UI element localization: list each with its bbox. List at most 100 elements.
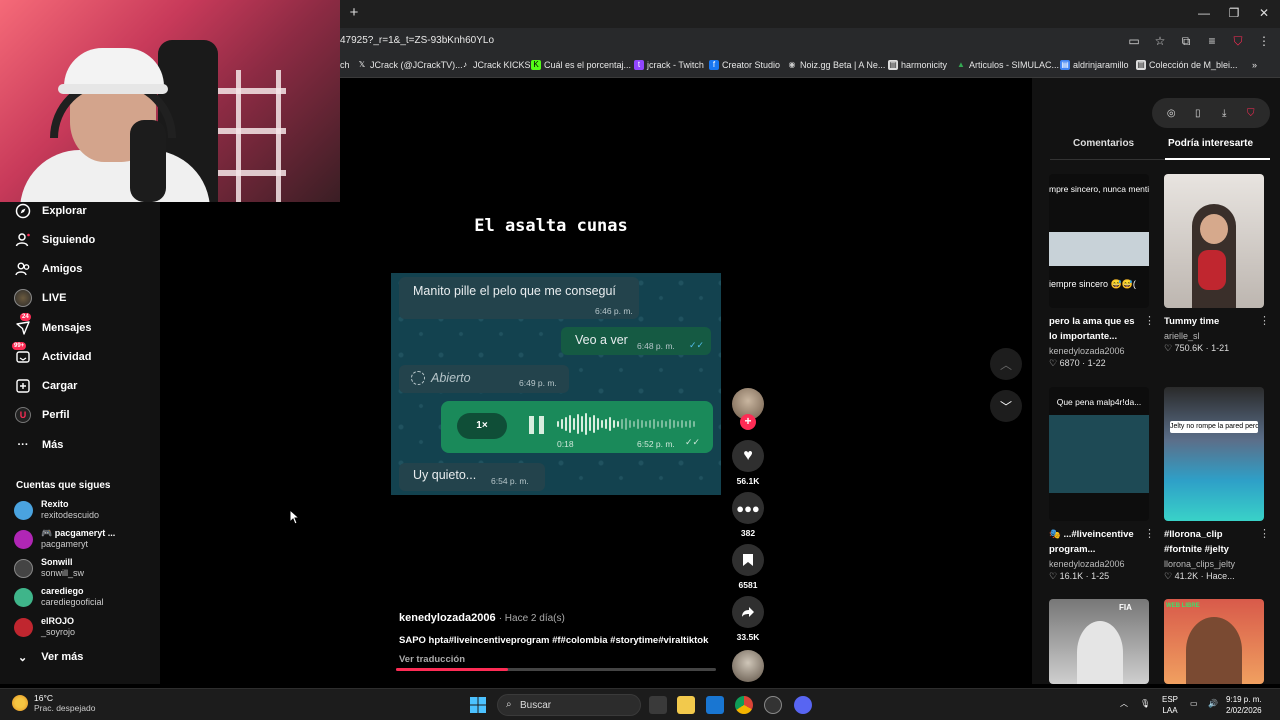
translate-link[interactable]: Ver traducción bbox=[399, 654, 465, 665]
discord-icon[interactable] bbox=[794, 696, 812, 714]
phone-icon[interactable]: ▯ bbox=[1191, 108, 1205, 119]
message-time: 6:46 p. m. bbox=[595, 306, 633, 316]
app-icon[interactable] bbox=[764, 696, 782, 714]
save-button[interactable] bbox=[732, 544, 764, 576]
avatar bbox=[14, 558, 33, 578]
bookmark-item[interactable]: t jcrack - Twitch bbox=[634, 60, 704, 70]
message-time: 6:54 p. m. bbox=[491, 476, 529, 486]
nav-item-mas[interactable]: ··· Más bbox=[14, 436, 64, 454]
nav-item-perfil[interactable]: U Perfil bbox=[14, 406, 70, 424]
media-icon[interactable]: ≡ bbox=[1204, 33, 1220, 49]
taskbar-search[interactable]: ⌕ Buscar bbox=[497, 694, 641, 716]
card-menu-icon[interactable]: ⋮ bbox=[1144, 314, 1155, 327]
close-icon[interactable]: ✕ bbox=[1254, 4, 1274, 22]
message-text: Abierto bbox=[431, 371, 471, 385]
recommended-video-card[interactable]: WEB LIBRE bbox=[1164, 599, 1264, 684]
chevron-down-icon: ﹀ bbox=[999, 399, 1012, 414]
bookmarks-overflow-icon[interactable]: » bbox=[1252, 60, 1257, 70]
task-view-icon[interactable] bbox=[649, 696, 667, 714]
profile-avatar-icon[interactable]: ⛉ bbox=[1230, 33, 1246, 49]
tab-recommended[interactable]: Podría interesarte bbox=[1168, 138, 1253, 149]
previous-video-button[interactable]: ︿ bbox=[990, 348, 1022, 380]
nav-item-mensajes[interactable]: 24 Mensajes bbox=[14, 313, 92, 337]
see-more-button[interactable]: ⌄ Ver más bbox=[18, 651, 83, 664]
clock[interactable]: 9:19 p. m. 2/02/2026 bbox=[1226, 694, 1262, 716]
comment-button[interactable]: ●●● bbox=[732, 492, 764, 524]
activity-icon: 99+ bbox=[12, 342, 32, 366]
volume-icon[interactable]: 🔊 bbox=[1208, 698, 1218, 709]
music-disc-icon[interactable] bbox=[732, 650, 764, 682]
follow-plus-icon[interactable]: + bbox=[740, 414, 756, 430]
microphone-icon[interactable]: 🎙 bbox=[1140, 698, 1150, 709]
bookmark-item[interactable]: K Cuál es el porcentaj... bbox=[531, 60, 631, 70]
nav-item-live[interactable]: LIVE bbox=[14, 289, 66, 307]
see-more-label: Ver más bbox=[41, 651, 84, 663]
video-progress[interactable] bbox=[396, 668, 716, 671]
video-thumbnail: FIA bbox=[1049, 599, 1149, 684]
avatar bbox=[14, 529, 33, 549]
minimize-icon[interactable]: — bbox=[1194, 4, 1214, 22]
video-author[interactable]: kenedylozada2006 · Hace 2 día(s) bbox=[399, 612, 565, 624]
bookmark-item[interactable]: ▲ Articulos - SIMULAC... bbox=[956, 60, 1059, 70]
like-button[interactable]: ♥ bbox=[732, 440, 764, 472]
share-button[interactable] bbox=[732, 596, 764, 628]
card-menu-icon[interactable]: ⋮ bbox=[1259, 527, 1270, 540]
recommended-video-card[interactable]: mpre sincero, nunca mentir iempre sincer… bbox=[1049, 174, 1155, 369]
bookmark-item[interactable]: 𝕏 JCrack (@JCrackTV)... bbox=[357, 60, 463, 70]
waveform-bar bbox=[597, 418, 599, 430]
card-menu-icon[interactable]: ⋮ bbox=[1144, 527, 1155, 540]
taskbar: 16°C Prac. despejado ⌕ Buscar ︿ 🎙 ESP LAA … bbox=[0, 688, 1280, 720]
x-icon: 𝕏 bbox=[358, 60, 366, 69]
video-player[interactable]: El asalta cunas Manito pille el pelo que… bbox=[340, 78, 1032, 684]
network-icon[interactable]: ▭ bbox=[1190, 698, 1198, 709]
chrome-icon[interactable] bbox=[735, 696, 753, 714]
profile-icon[interactable]: ⛉ bbox=[1244, 108, 1258, 119]
recommended-video-card[interactable]: Tummy time arielle_sl ♡ 750.6K · 1-21 ⋮ bbox=[1164, 174, 1270, 354]
bookmark-item[interactable]: ch bbox=[340, 60, 350, 70]
download-icon[interactable]: ⤓ bbox=[1217, 108, 1231, 119]
recommended-video-card[interactable]: Que pena malp4r!da... 🎭 ...#liveincentiv… bbox=[1049, 387, 1155, 582]
tab-comments[interactable]: Comentarios bbox=[1073, 138, 1134, 149]
bookmark-star-icon[interactable]: ☆ bbox=[1152, 33, 1168, 49]
nav-item-explorar[interactable]: Explorar bbox=[14, 202, 87, 220]
upload-icon bbox=[14, 377, 32, 395]
url-text[interactable]: 47925?_r=1&_t=ZS-93bKnh60YLo bbox=[340, 35, 494, 46]
maximize-icon[interactable]: ❐ bbox=[1224, 4, 1244, 22]
nav-item-siguiendo[interactable]: Siguiendo bbox=[14, 231, 95, 249]
extensions-icon[interactable]: ⧉ bbox=[1178, 33, 1194, 49]
author-name[interactable]: kenedylozada2006 bbox=[399, 612, 496, 624]
mail-icon[interactable] bbox=[706, 696, 724, 714]
nav-item-cargar[interactable]: Cargar bbox=[14, 377, 77, 395]
weather-widget[interactable]: 16°C Prac. despejado bbox=[12, 693, 95, 713]
nav-item-amigos[interactable]: Amigos bbox=[14, 260, 82, 278]
bookmark-item[interactable]: ▤ harmonicity bbox=[888, 60, 947, 70]
followed-account[interactable]: carediego carediegooficial bbox=[14, 586, 104, 608]
followed-account[interactable]: Rexito rexitodescuido bbox=[14, 499, 99, 521]
recommended-video-card[interactable]: FIA bbox=[1049, 599, 1149, 684]
card-menu-icon[interactable]: ⋮ bbox=[1259, 314, 1270, 327]
cast-icon[interactable]: ▭ bbox=[1126, 33, 1142, 49]
waveform-bar bbox=[629, 420, 631, 428]
bookmark-item[interactable]: ▤ aldrinjaramillo bbox=[1060, 60, 1129, 70]
windows-start-icon[interactable] bbox=[469, 696, 487, 714]
waveform-bar bbox=[593, 415, 595, 433]
new-tab-button[interactable]: + bbox=[346, 5, 362, 21]
account-handle: pacgameryt bbox=[41, 539, 89, 549]
recommended-video-card[interactable]: Jelty no rompe la pared pero... #llorona… bbox=[1164, 387, 1270, 582]
next-video-button[interactable]: ﹀ bbox=[990, 390, 1022, 422]
bookmark-item[interactable]: f Creator Studio bbox=[709, 60, 780, 70]
bookmark-item[interactable]: ◉ Noiz.gg Beta | A Ne... bbox=[787, 60, 886, 70]
file-explorer-icon[interactable] bbox=[677, 696, 695, 714]
followed-account[interactable]: Sonwill sonwill_sw bbox=[14, 557, 84, 579]
followed-account[interactable]: 🎮 pacgameryt ... pacgameryt bbox=[14, 528, 115, 550]
tray-chevron-icon[interactable]: ︿ bbox=[1120, 698, 1128, 709]
bookmark-item[interactable]: ♪ JCrack KICKS bbox=[460, 60, 531, 70]
bookmark-item[interactable]: ▤ Colección de M_blei... bbox=[1136, 60, 1238, 70]
compass-icon[interactable]: ◎ bbox=[1164, 108, 1178, 119]
waveform-bar bbox=[689, 420, 691, 428]
nav-item-actividad[interactable]: 99+ Actividad bbox=[12, 342, 92, 366]
followed-account[interactable]: elROJO _soyrojo bbox=[14, 616, 75, 638]
menu-kebab-icon[interactable]: ⋮ bbox=[1256, 33, 1272, 49]
language-indicator[interactable]: ESP LAA bbox=[1162, 694, 1178, 716]
pause-icon bbox=[529, 416, 545, 434]
